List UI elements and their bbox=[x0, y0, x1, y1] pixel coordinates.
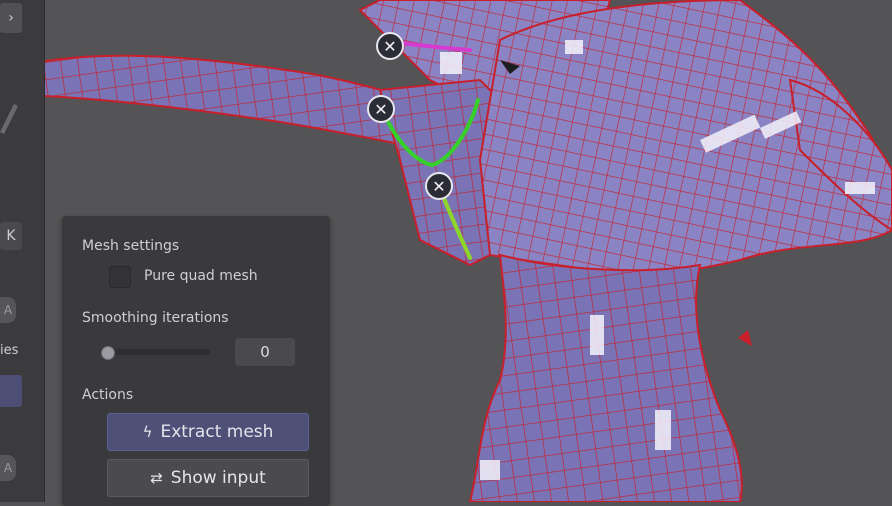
chevron-right-icon: › bbox=[8, 10, 14, 26]
brush-icon bbox=[0, 104, 18, 134]
pure-quad-checkbox[interactable] bbox=[109, 266, 131, 288]
side-label-partial: ies bbox=[0, 343, 19, 358]
close-icon: ✕ bbox=[383, 36, 397, 56]
show-input-label: Show input bbox=[170, 468, 266, 488]
smoothing-value-field[interactable]: 0 bbox=[235, 338, 295, 366]
mesh-settings-title: Mesh settings bbox=[82, 238, 180, 254]
active-tool-button[interactable] bbox=[0, 375, 22, 407]
guide-handle-3[interactable]: ✕ bbox=[425, 172, 453, 200]
pure-quad-label: Pure quad mesh bbox=[144, 268, 258, 284]
show-input-button[interactable]: ⇄ Show input bbox=[107, 459, 309, 497]
tool-icon-1[interactable]: A bbox=[0, 297, 16, 323]
guide-handle-2[interactable]: ✕ bbox=[367, 95, 395, 123]
mesh-waist bbox=[468, 253, 743, 503]
lightning-icon: ϟ bbox=[142, 423, 153, 441]
shortcut-k-button[interactable]: K bbox=[0, 222, 22, 250]
actions-title: Actions bbox=[82, 387, 134, 403]
extract-mesh-label: Extract mesh bbox=[160, 422, 274, 442]
extract-mesh-button[interactable]: ϟ Extract mesh bbox=[107, 413, 309, 451]
tool-icon-2[interactable]: A bbox=[0, 455, 16, 481]
expand-toolbar-button[interactable]: › bbox=[0, 3, 22, 33]
close-icon: ✕ bbox=[432, 176, 446, 196]
smoothing-slider[interactable] bbox=[101, 346, 210, 360]
shuffle-icon: ⇄ bbox=[150, 469, 163, 487]
guide-handle-1[interactable]: ✕ bbox=[376, 32, 404, 60]
smoothing-title: Smoothing iterations bbox=[82, 310, 229, 326]
left-toolbar: › K A ies A bbox=[0, 0, 45, 502]
close-icon: ✕ bbox=[374, 99, 388, 119]
remesh-panel: Mesh settings Pure quad mesh Smoothing i… bbox=[62, 216, 330, 506]
slider-handle[interactable] bbox=[101, 346, 115, 360]
